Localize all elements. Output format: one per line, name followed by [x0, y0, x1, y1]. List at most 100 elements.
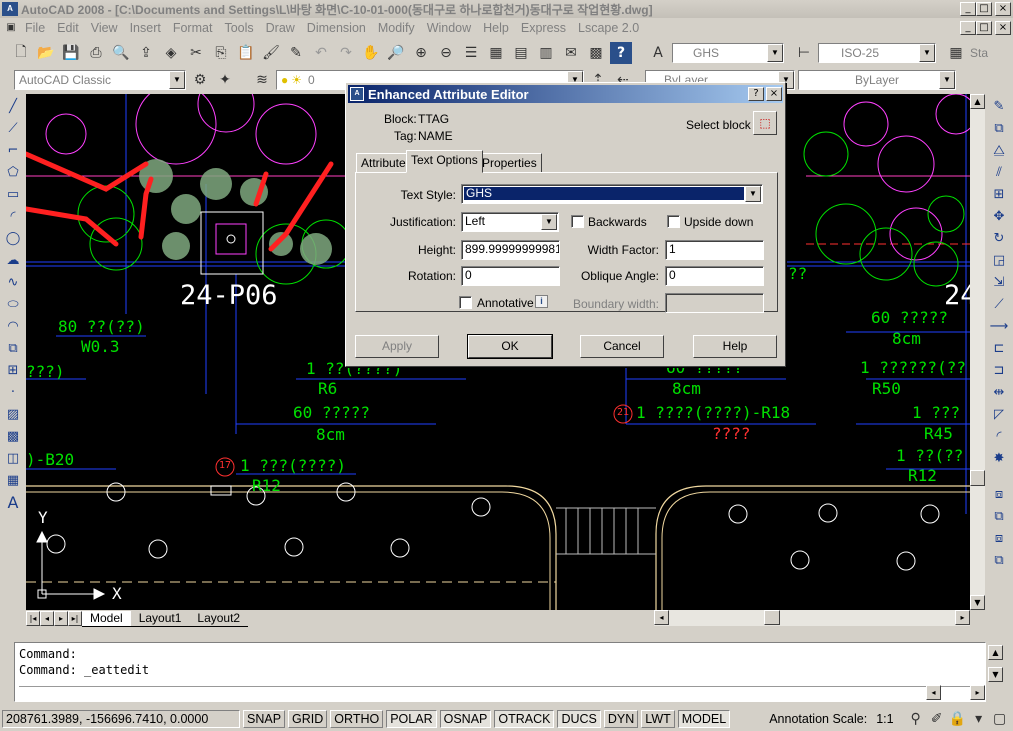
- sta-label[interactable]: Sta: [970, 46, 988, 60]
- justification-select[interactable]: Left ▼: [461, 212, 559, 232]
- scroll-down-icon[interactable]: ▼: [970, 595, 985, 610]
- ellipse-icon[interactable]: ⬭: [2, 294, 24, 314]
- doc-close-icon[interactable]: ×: [995, 21, 1011, 35]
- tool-palettes-icon[interactable]: ▤: [510, 42, 532, 64]
- text-style-combo[interactable]: GHS ▼: [672, 43, 784, 63]
- scroll-up-icon[interactable]: ▲: [970, 94, 985, 109]
- ok-button[interactable]: OK: [467, 334, 553, 359]
- block-editor-icon[interactable]: ✎: [285, 42, 307, 64]
- trim-icon[interactable]: ⟋: [988, 294, 1010, 314]
- dyn-toggle[interactable]: DYN: [603, 710, 639, 728]
- bring-front-icon[interactable]: ⧉: [988, 506, 1010, 526]
- gradient-icon[interactable]: ▩: [2, 426, 24, 446]
- break-point-icon[interactable]: ⊏: [988, 338, 1010, 358]
- cmd-scroll-left-icon[interactable]: ◂: [926, 685, 941, 700]
- extend-icon[interactable]: ⟶: [988, 316, 1010, 336]
- lwt-toggle[interactable]: LWT: [641, 710, 675, 728]
- command-input[interactable]: [19, 686, 981, 702]
- layer-manager-icon[interactable]: ≋: [251, 69, 273, 91]
- publish-icon[interactable]: ⇪: [135, 42, 157, 64]
- line-icon[interactable]: ╱: [2, 96, 24, 116]
- doc-minimize-icon[interactable]: _: [960, 21, 976, 35]
- undo-icon[interactable]: ↶: [310, 42, 332, 64]
- tab-model[interactable]: Model: [82, 610, 131, 627]
- tab-layout2[interactable]: Layout2: [189, 611, 249, 627]
- tab-properties[interactable]: Properties: [477, 153, 542, 173]
- ellipse-arc-icon[interactable]: ◠: [2, 316, 24, 336]
- chevron-down-icon[interactable]: ▼: [767, 44, 783, 62]
- annotative-checkbox[interactable]: [459, 296, 472, 309]
- help-icon[interactable]: ?: [610, 42, 632, 64]
- close-icon[interactable]: ×: [995, 2, 1011, 16]
- menu-format[interactable]: Format: [167, 21, 219, 35]
- scale-icon[interactable]: ◲: [988, 250, 1010, 270]
- next-tab-icon[interactable]: ▸: [54, 611, 68, 626]
- copy-icon[interactable]: ⎘: [210, 42, 232, 64]
- revcloud-icon[interactable]: ☁: [2, 250, 24, 270]
- grid-toggle[interactable]: GRID: [288, 710, 328, 728]
- zoom-window-icon[interactable]: ⊕: [410, 42, 432, 64]
- dim-style-combo[interactable]: ISO-25 ▼: [818, 43, 936, 63]
- menu-modify[interactable]: Modify: [372, 21, 421, 35]
- stretch-icon[interactable]: ⇲: [988, 272, 1010, 292]
- ortho-toggle[interactable]: ORTHO: [330, 710, 384, 728]
- text-style-select[interactable]: GHS ▼: [461, 184, 763, 204]
- save-workspace-icon[interactable]: ✦: [214, 69, 236, 91]
- rotation-field[interactable]: 0: [461, 266, 560, 286]
- zoom-previous-icon[interactable]: ⊖: [435, 42, 457, 64]
- cmd-scroll-up-icon[interactable]: ▲: [988, 645, 1003, 660]
- chevron-down-icon[interactable]: ▼: [919, 44, 935, 62]
- redo-icon[interactable]: ↷: [335, 42, 357, 64]
- chevron-down-icon[interactable]: ▼: [745, 186, 761, 202]
- menu-file[interactable]: File: [19, 21, 51, 35]
- model-toggle[interactable]: MODEL: [677, 710, 731, 728]
- point-icon[interactable]: ·: [2, 382, 24, 402]
- dialog-close-icon[interactable]: ×: [766, 87, 782, 101]
- lock-icon[interactable]: 🔒: [949, 708, 967, 730]
- workspace-combo[interactable]: AutoCAD Classic ▼: [14, 70, 186, 90]
- qnew-icon[interactable]: 🗋: [10, 42, 32, 64]
- match-properties-icon[interactable]: 🖌: [260, 42, 282, 64]
- backwards-checkbox[interactable]: [571, 215, 584, 228]
- workspace-settings-icon[interactable]: ⚙: [189, 69, 211, 91]
- sheet-set-icon[interactable]: ▥: [535, 42, 557, 64]
- plot-icon[interactable]: ⎙: [85, 42, 107, 64]
- menu-help[interactable]: Help: [477, 21, 515, 35]
- snap-toggle[interactable]: SNAP: [243, 710, 286, 728]
- tab-attribute[interactable]: Attribute: [356, 153, 411, 173]
- multiline-text-icon[interactable]: A: [2, 492, 24, 512]
- arc-icon[interactable]: ◜: [2, 206, 24, 226]
- menu-insert[interactable]: Insert: [124, 21, 167, 35]
- properties-icon[interactable]: ☰: [460, 42, 482, 64]
- make-block-icon[interactable]: ⊞: [2, 360, 24, 380]
- cancel-button[interactable]: Cancel: [580, 335, 664, 358]
- height-field[interactable]: 899.999999999815: [461, 240, 560, 260]
- offset-icon[interactable]: ⫽: [988, 162, 1010, 182]
- rectangle-icon[interactable]: ▭: [2, 184, 24, 204]
- explode-icon[interactable]: ✸: [988, 448, 1010, 468]
- help-button[interactable]: Help: [693, 335, 777, 358]
- pan-icon[interactable]: ✋: [360, 42, 382, 64]
- horizontal-scrollbar[interactable]: ◂ ▸: [654, 610, 970, 626]
- hatch-icon[interactable]: ▨: [2, 404, 24, 424]
- autocad-app-icon[interactable]: A: [2, 2, 18, 16]
- save-icon[interactable]: 💾: [60, 42, 82, 64]
- open-icon[interactable]: 📂: [35, 42, 57, 64]
- scroll-right-icon[interactable]: ▸: [955, 610, 970, 625]
- osnap-toggle[interactable]: OSNAP: [439, 710, 492, 728]
- width-factor-field[interactable]: 1: [665, 240, 764, 260]
- plot-preview-icon[interactable]: 🔍: [110, 42, 132, 64]
- cmd-scroll-right-icon[interactable]: ▸: [970, 685, 985, 700]
- apply-button[interactable]: Apply: [355, 335, 439, 358]
- polar-toggle[interactable]: POLAR: [386, 710, 437, 728]
- prev-tab-icon[interactable]: ◂: [40, 611, 54, 626]
- cut-icon[interactable]: ✂: [185, 42, 207, 64]
- scroll-left-icon[interactable]: ◂: [654, 610, 669, 625]
- menu-window[interactable]: Window: [421, 21, 477, 35]
- menu-dimension[interactable]: Dimension: [301, 21, 372, 35]
- break-icon[interactable]: ⊐: [988, 360, 1010, 380]
- tab-layout1[interactable]: Layout1: [130, 611, 190, 627]
- chevron-down-icon[interactable]: ▼: [169, 71, 185, 89]
- dialog-title-bar[interactable]: A Enhanced Attribute Editor: [348, 85, 783, 103]
- first-tab-icon[interactable]: |◂: [26, 611, 40, 626]
